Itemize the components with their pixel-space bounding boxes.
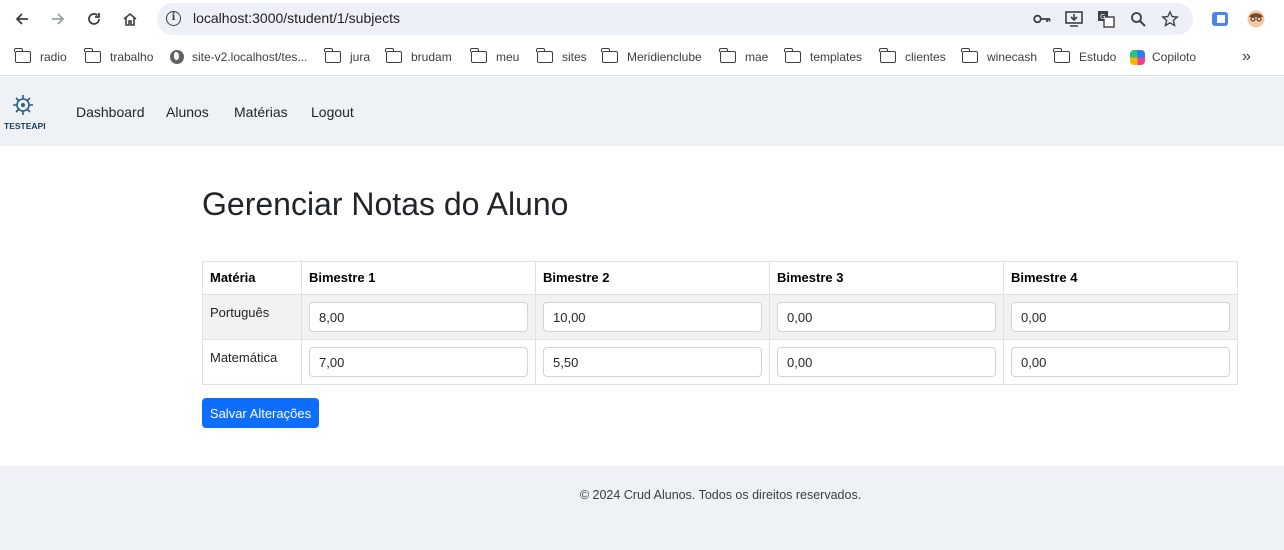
folder-icon bbox=[84, 48, 101, 63]
folder-icon bbox=[470, 48, 487, 63]
bookmark-meridienclube[interactable]: Meridienclube bbox=[601, 48, 702, 66]
folder-icon bbox=[601, 48, 618, 63]
browser-toolbar: i localhost:3000/student/1/subjects G bbox=[0, 0, 1284, 38]
key-icon[interactable] bbox=[1031, 9, 1053, 29]
grade-input[interactable] bbox=[543, 347, 762, 377]
bookmark-sites[interactable]: sites bbox=[536, 48, 587, 66]
bookmark-site-v2[interactable]: site-v2.localhost/tes... bbox=[170, 48, 307, 66]
nav-materias[interactable]: Matérias bbox=[234, 104, 288, 120]
translate-icon[interactable]: G bbox=[1095, 9, 1117, 29]
bookmark-trabalho[interactable]: trabalho bbox=[84, 48, 153, 66]
grade-input[interactable] bbox=[309, 347, 528, 377]
grade-input[interactable] bbox=[777, 302, 996, 332]
globe-icon bbox=[170, 50, 184, 64]
bookmark-meu[interactable]: meu bbox=[470, 48, 519, 66]
bookmark-estudo[interactable]: Estudo bbox=[1053, 48, 1116, 66]
folder-icon bbox=[1053, 48, 1070, 63]
subject-name: Português bbox=[210, 305, 270, 320]
grade-input[interactable] bbox=[309, 302, 528, 332]
bookmark-templates[interactable]: templates bbox=[784, 48, 862, 66]
folder-icon bbox=[879, 48, 896, 63]
nav-alunos[interactable]: Alunos bbox=[166, 104, 209, 120]
profile-avatar-icon[interactable] bbox=[1246, 9, 1266, 29]
url-text[interactable]: localhost:3000/student/1/subjects bbox=[193, 10, 400, 26]
back-icon[interactable] bbox=[9, 7, 35, 31]
bookmark-mae[interactable]: mae bbox=[719, 48, 768, 66]
star-icon[interactable] bbox=[1159, 9, 1181, 29]
install-app-icon[interactable] bbox=[1063, 9, 1085, 29]
table-row: Matemática bbox=[202, 339, 1238, 385]
header-materia: Matéria bbox=[202, 261, 302, 295]
folder-icon bbox=[719, 48, 736, 63]
folder-icon bbox=[961, 48, 978, 63]
nav-logout[interactable]: Logout bbox=[311, 104, 354, 120]
forward-icon[interactable] bbox=[45, 7, 71, 31]
grade-input[interactable] bbox=[543, 302, 762, 332]
copilot-icon bbox=[1130, 49, 1145, 65]
bookmark-jura[interactable]: jura bbox=[324, 48, 370, 66]
brand-logo[interactable]: TESTEAPI bbox=[3, 93, 47, 133]
nav-dashboard[interactable]: Dashboard bbox=[76, 104, 145, 120]
page-title: Gerenciar Notas do Aluno bbox=[202, 186, 569, 222]
address-bar[interactable]: i localhost:3000/student/1/subjects G bbox=[157, 3, 1193, 35]
bookmarks-bar: radio trabalho site-v2.localhost/tes... … bbox=[0, 38, 1284, 76]
bookmark-clientes[interactable]: clientes bbox=[879, 48, 946, 66]
grade-input[interactable] bbox=[1011, 347, 1230, 377]
bookmark-copiloto[interactable]: Copiloto bbox=[1130, 48, 1196, 66]
folder-icon bbox=[324, 48, 341, 63]
zoom-icon[interactable] bbox=[1127, 9, 1149, 29]
folder-icon bbox=[385, 48, 402, 63]
grade-input[interactable] bbox=[1011, 302, 1230, 332]
subject-name: Matemática bbox=[210, 350, 278, 365]
grade-input[interactable] bbox=[777, 347, 996, 377]
header-bimestre-1: Bimestre 1 bbox=[301, 261, 536, 295]
more-bookmarks-icon[interactable]: » bbox=[1242, 48, 1251, 66]
home-icon[interactable] bbox=[117, 7, 143, 31]
footer-copyright: © 2024 Crud Alunos. Todos os direitos re… bbox=[579, 488, 862, 502]
folder-icon bbox=[536, 48, 553, 63]
table-row: Português bbox=[202, 294, 1238, 340]
svg-text:TESTEAPI: TESTEAPI bbox=[4, 121, 46, 131]
folder-icon bbox=[14, 48, 31, 63]
folder-icon bbox=[784, 48, 801, 63]
grades-table: Matéria Bimestre 1 Bimestre 2 Bimestre 3… bbox=[202, 261, 1238, 385]
header-bimestre-4: Bimestre 4 bbox=[1003, 261, 1238, 295]
app-navbar: TESTEAPI Dashboard Alunos Matérias Logou… bbox=[0, 77, 1284, 146]
save-changes-button[interactable]: Salvar Alterações bbox=[202, 398, 319, 428]
reload-icon[interactable] bbox=[81, 7, 107, 31]
bookmark-radio[interactable]: radio bbox=[14, 48, 67, 66]
header-bimestre-3: Bimestre 3 bbox=[769, 261, 1004, 295]
header-bimestre-2: Bimestre 2 bbox=[535, 261, 770, 295]
bookmark-brudam[interactable]: brudam bbox=[385, 48, 452, 66]
table-header-row: Matéria Bimestre 1 Bimestre 2 Bimestre 3… bbox=[202, 261, 1238, 295]
extension-icon[interactable] bbox=[1210, 9, 1230, 29]
bookmark-winecash[interactable]: winecash bbox=[961, 48, 1037, 66]
site-info-icon[interactable]: i bbox=[166, 11, 181, 26]
svg-text:G: G bbox=[1100, 13, 1105, 21]
footer: © 2024 Crud Alunos. Todos os direitos re… bbox=[0, 466, 1284, 550]
